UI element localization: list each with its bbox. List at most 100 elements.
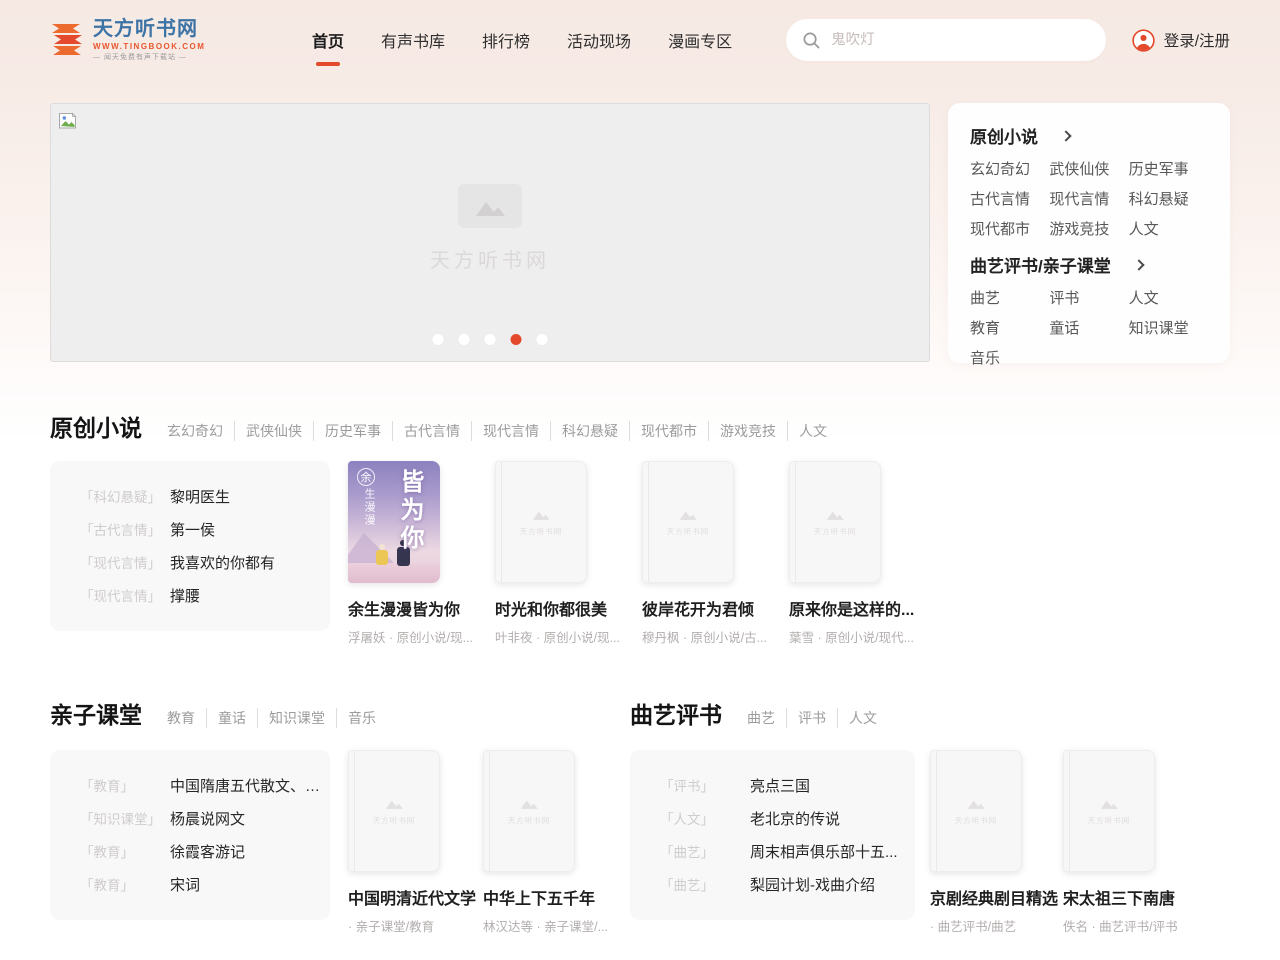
book-card[interactable]: 天方听书网 宋太祖三下南唐 佚名 · 曲艺评书/评书 — [1063, 750, 1193, 935]
chevron-right-icon — [1060, 130, 1071, 141]
sec-link[interactable]: 评书 — [786, 708, 837, 728]
side-link[interactable]: 童话 — [1049, 317, 1128, 338]
list-item[interactable]: 「曲艺」 梨园计划-戏曲介绍 — [660, 874, 915, 895]
sec-link[interactable]: 科幻悬疑 — [550, 421, 629, 441]
sec-link[interactable]: 古代言情 — [392, 421, 471, 441]
book-meta: 叶非夜 · 原创小说/现... — [495, 627, 623, 646]
carousel-dot[interactable] — [459, 334, 470, 345]
section-title: 曲艺评书 — [630, 696, 722, 730]
list-item[interactable]: 「教育」 宋词 — [80, 874, 330, 895]
side-link[interactable]: 评书 — [1049, 287, 1128, 308]
side-link[interactable]: 现代言情 — [1049, 188, 1128, 209]
carousel-dot-active[interactable] — [511, 334, 522, 345]
carousel-dots — [433, 334, 548, 345]
side-group-quyi-kids[interactable]: 曲艺评书/亲子课堂 — [970, 252, 1208, 277]
side-link[interactable]: 游戏竞技 — [1049, 218, 1128, 239]
section-title: 亲子课堂 — [50, 696, 142, 730]
quyi-rank-list: 「评书」 亮点三国 「人文」 老北京的传说 「曲艺」 周末相声俱乐部十五... … — [630, 750, 915, 920]
site-logo[interactable]: 天方听书网 WWW.TINGBOOK.COM — 闻天免费有声下载站 — — [50, 18, 250, 61]
novel-rank-list: 「科幻悬疑」 黎明医生 「古代言情」 第一侯 「现代言情」 我喜欢的你都有 「现… — [50, 461, 330, 631]
list-item[interactable]: 「人文」 老北京的传说 — [660, 808, 915, 829]
top-header: 天方听书网 WWW.TINGBOOK.COM — 闻天免费有声下载站 — 首页 … — [0, 0, 1280, 80]
book-card[interactable]: 余 生漫漫 皆为你 余生漫漫皆为你 浮屠妖 · 原创小说/现... — [348, 461, 476, 646]
list-item[interactable]: 「古代言情」 第一侯 — [80, 519, 330, 540]
side-link[interactable]: 人文 — [1129, 287, 1208, 308]
book-title: 时光和你都很美 — [495, 596, 623, 620]
carousel-dot[interactable] — [433, 334, 444, 345]
side-link[interactable]: 知识课堂 — [1129, 317, 1208, 338]
carousel-dot[interactable] — [537, 334, 548, 345]
side-link[interactable]: 现代都市 — [970, 218, 1049, 239]
page: 天方听书网 WWW.TINGBOOK.COM — 闻天免费有声下载站 — 首页 … — [0, 0, 1280, 960]
sec-link[interactable]: 现代言情 — [471, 421, 550, 441]
book-card[interactable]: 天方听书网 中国明清近代文学 · 亲子课堂/教育 — [348, 750, 478, 935]
book-cover-placeholder: 天方听书网 — [483, 750, 575, 872]
nav-home[interactable]: 首页 — [312, 18, 344, 62]
sec-link[interactable]: 历史军事 — [313, 421, 392, 441]
book-cover-placeholder: 天方听书网 — [789, 461, 881, 583]
book-meta: · 曲艺评书/曲艺 — [930, 916, 1060, 935]
nav-audio-library[interactable]: 有声书库 — [381, 18, 445, 62]
book-card[interactable]: 天方听书网 中华上下五千年 林汉达等 · 亲子课堂/... — [483, 750, 613, 935]
novel-book-row: 余 生漫漫 皆为你 余生漫漫皆为你 浮屠妖 · 原创小说/现... 天方听书网 — [348, 461, 936, 646]
sec-link[interactable]: 童话 — [206, 708, 257, 728]
list-item[interactable]: 「知识课堂」 杨晨说网文 — [80, 808, 330, 829]
sec-link[interactable]: 人文 — [837, 708, 888, 728]
sec-link[interactable]: 知识课堂 — [257, 708, 336, 728]
logo-icon — [50, 23, 84, 56]
search-bar[interactable] — [786, 19, 1106, 61]
category-side-panel: 原创小说 玄幻奇幻 武侠仙侠 历史军事 古代言情 现代言情 科幻悬疑 现代都市 … — [948, 103, 1230, 363]
user-icon — [1132, 29, 1155, 52]
section-links: 玄幻奇幻 武侠仙侠 历史军事 古代言情 现代言情 科幻悬疑 现代都市 游戏竞技 … — [156, 421, 838, 441]
list-item[interactable]: 「教育」 徐霞客游记 — [80, 841, 330, 862]
side-link[interactable]: 教育 — [970, 317, 1049, 338]
quyi-book-row: 天方听书网 京剧经典剧目精选 · 曲艺评书/曲艺 天方听书网 — [930, 750, 1196, 935]
carousel-dot[interactable] — [485, 334, 496, 345]
sec-link[interactable]: 音乐 — [336, 708, 387, 728]
kids-book-row: 天方听书网 中国明清近代文学 · 亲子课堂/教育 天方听书网 — [348, 750, 618, 935]
sec-link[interactable]: 武侠仙侠 — [234, 421, 313, 441]
side-link[interactable]: 武侠仙侠 — [1049, 158, 1128, 179]
book-title: 中华上下五千年 — [483, 885, 613, 909]
login-register[interactable]: 登录/注册 — [1132, 29, 1230, 52]
chevron-right-icon — [1133, 259, 1144, 270]
section-links: 曲艺 评书 人文 — [736, 708, 888, 728]
list-item[interactable]: 「现代言情」 撑腰 — [80, 585, 330, 606]
list-item[interactable]: 「评书」 亮点三国 — [660, 775, 915, 796]
search-input[interactable] — [831, 32, 1071, 48]
book-meta: 浮屠妖 · 原创小说/现... — [348, 627, 476, 646]
sec-link[interactable]: 曲艺 — [736, 708, 786, 728]
list-item[interactable]: 「教育」 中国隋唐五代散文、… — [80, 775, 330, 796]
list-item[interactable]: 「科幻悬疑」 黎明医生 — [80, 486, 330, 507]
side-link[interactable]: 人文 — [1129, 218, 1208, 239]
side-link[interactable]: 古代言情 — [970, 188, 1049, 209]
side-link[interactable]: 曲艺 — [970, 287, 1049, 308]
sec-link[interactable]: 现代都市 — [629, 421, 708, 441]
book-cover-placeholder: 天方听书网 — [930, 750, 1022, 872]
nav-events[interactable]: 活动现场 — [567, 18, 631, 62]
kids-rank-list: 「教育」 中国隋唐五代散文、… 「知识课堂」 杨晨说网文 「教育」 徐霞客游记 … — [50, 750, 330, 920]
section-quyi-pingshu: 曲艺评书 曲艺 评书 人文 「评书」 亮点三国 「人文」 老北京的传说 — [630, 696, 1230, 935]
book-card[interactable]: 天方听书网 京剧经典剧目精选 · 曲艺评书/曲艺 — [930, 750, 1060, 935]
book-card[interactable]: 天方听书网 时光和你都很美 叶非夜 · 原创小说/现... — [495, 461, 623, 646]
side-link[interactable]: 玄幻奇幻 — [970, 158, 1049, 179]
side-link[interactable]: 音乐 — [970, 347, 1049, 368]
sec-link[interactable]: 游戏竞技 — [708, 421, 787, 441]
nav-comics[interactable]: 漫画专区 — [668, 18, 732, 62]
side-group-original-novels[interactable]: 原创小说 — [970, 123, 1208, 148]
search-icon — [802, 31, 821, 50]
list-item[interactable]: 「现代言情」 我喜欢的你都有 — [80, 552, 330, 573]
sec-link[interactable]: 教育 — [156, 708, 206, 728]
book-card[interactable]: 天方听书网 原来你是这样的... 葉雪 · 原创小说/现代... — [789, 461, 917, 646]
nav-ranking[interactable]: 排行榜 — [482, 18, 530, 62]
side-link[interactable]: 历史军事 — [1129, 158, 1208, 179]
logo-domain: WWW.TINGBOOK.COM — [93, 43, 205, 52]
book-card[interactable]: 天方听书网 彼岸花开为君倾 穆丹枫 · 原创小说/古... — [642, 461, 770, 646]
sec-link[interactable]: 玄幻奇幻 — [156, 421, 234, 441]
book-cover-placeholder: 天方听书网 — [1063, 750, 1155, 872]
main-nav: 首页 有声书库 排行榜 活动现场 漫画专区 — [312, 18, 732, 62]
list-item[interactable]: 「曲艺」 周末相声俱乐部十五... — [660, 841, 915, 862]
hero-carousel[interactable]: 天方听书网 — [50, 103, 930, 362]
sec-link[interactable]: 人文 — [787, 421, 838, 441]
side-link[interactable]: 科幻悬疑 — [1129, 188, 1208, 209]
